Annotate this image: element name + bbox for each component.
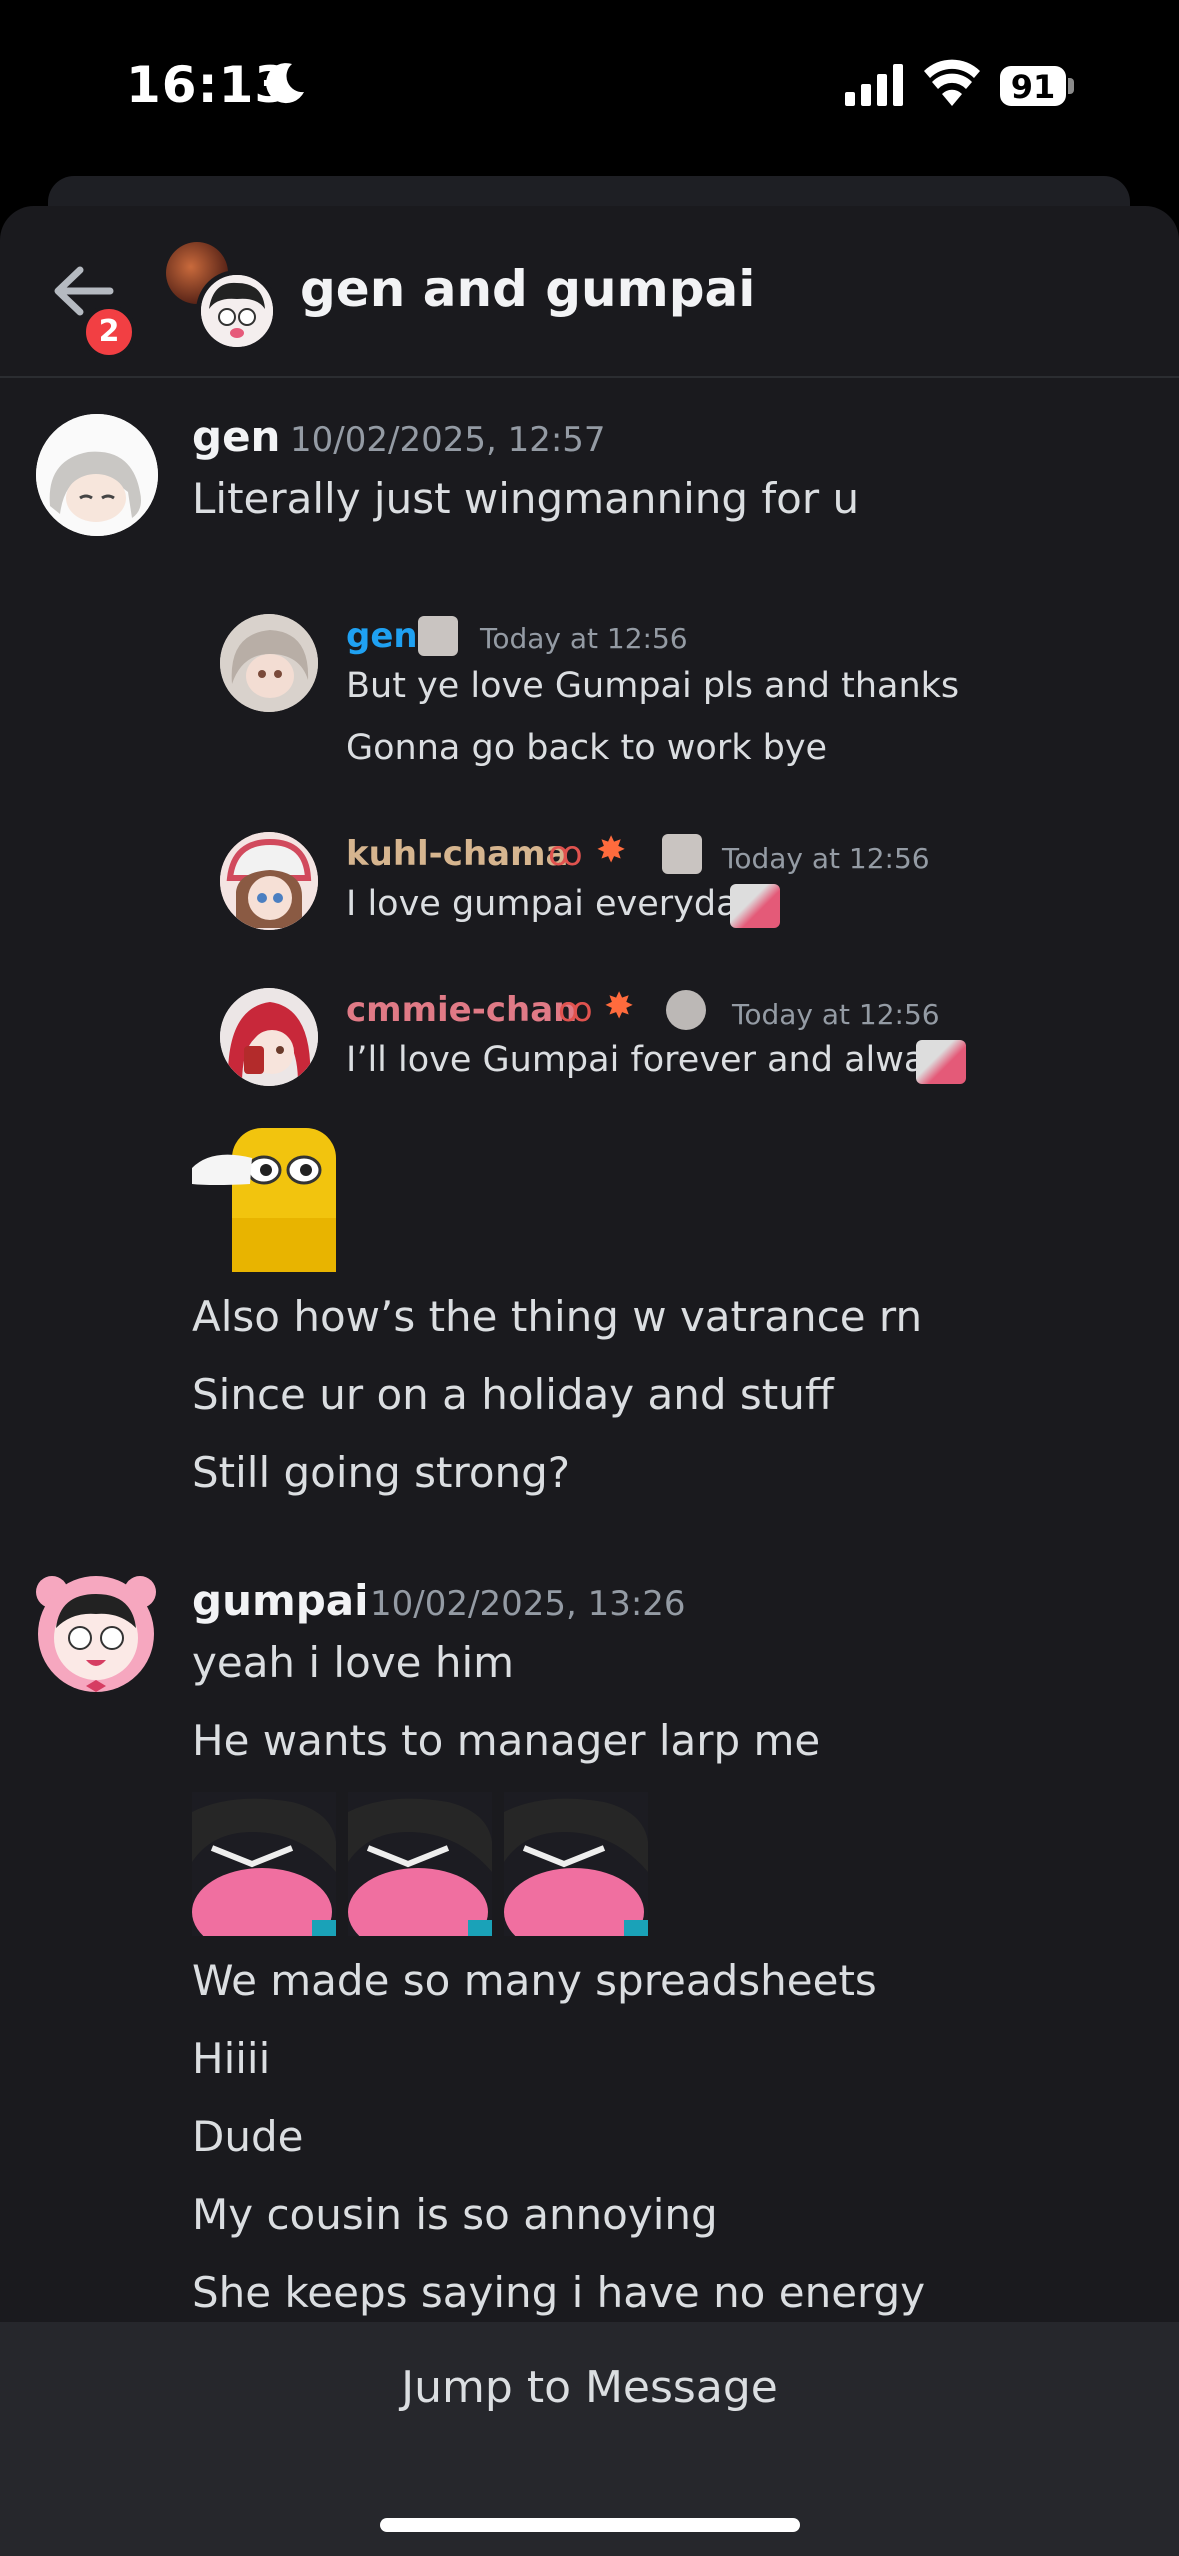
message-line: yeah i love him: [192, 1638, 515, 1687]
explosion-icon: ✸: [596, 830, 627, 871]
heart-emoji-icon: [730, 884, 780, 928]
avatar-gen[interactable]: [36, 414, 158, 536]
reply-author: kuhl-chama: [346, 834, 569, 874]
message-line: Also how’s the thing w vatrance rn: [192, 1292, 923, 1341]
knot-icon: ꝏ: [548, 834, 583, 874]
battery-level: 91: [1010, 68, 1056, 106]
reply-timestamp: Today at 12:56: [732, 998, 940, 1031]
custom-emoji[interactable]: [504, 1792, 648, 1936]
reply-avatar-cmmie-chan: [220, 988, 318, 1086]
message-line: Since ur on a holiday and stuff: [192, 1370, 834, 1419]
reply-author: gen: [346, 616, 418, 656]
jump-bar: Jump to Message: [0, 2322, 1179, 2556]
signal-icon: [845, 64, 903, 106]
reply-timestamp: Today at 12:56: [722, 842, 930, 875]
message-line: He wants to manager larp me: [192, 1716, 821, 1765]
role-icon: [662, 834, 702, 874]
avatar-gumpai[interactable]: [30, 1568, 162, 1700]
message-author[interactable]: gumpai: [192, 1576, 369, 1625]
unread-badge: 2: [82, 305, 136, 359]
status-bar: 16:13 91: [0, 0, 1179, 170]
message-line: Still going strong?: [192, 1448, 571, 1497]
chat-header: 2 gen and gumpai: [0, 206, 1179, 378]
reply-avatar-gen: [220, 614, 318, 712]
group-avatar-front: [196, 270, 278, 352]
reply-author: cmmie-chan: [346, 990, 578, 1030]
message-line: Dude: [192, 2112, 304, 2161]
custom-emoji[interactable]: [192, 1792, 336, 1936]
message-line: Literally just wingmanning for u: [192, 474, 860, 523]
message-author[interactable]: gen: [192, 412, 280, 461]
message-timestamp: 10/02/2025, 12:57: [290, 420, 606, 460]
reply-avatar-kuhl-chama: [220, 832, 318, 930]
role-icon: [418, 616, 458, 656]
reply-line: I love gumpai everyday!: [346, 884, 773, 924]
reply-timestamp: Today at 12:56: [480, 622, 688, 655]
explosion-icon: ✸: [604, 986, 635, 1027]
message-timestamp: 10/02/2025, 13:26: [370, 1584, 686, 1624]
home-indicator[interactable]: [380, 2518, 800, 2532]
sticker-yellow-salute[interactable]: [192, 1128, 336, 1272]
message-line: My cousin is so annoying: [192, 2190, 718, 2239]
wifi-icon: [924, 59, 980, 106]
custom-emoji[interactable]: [348, 1792, 492, 1936]
conversation-sheet: 2 gen and gumpai gen 10/02/2025, 12:57 L…: [0, 206, 1179, 2556]
message-line: We made so many spreadsheets: [192, 1956, 877, 2005]
heart-emoji-icon: [916, 1040, 966, 1084]
message-line: Hiiii: [192, 2034, 271, 2083]
moon-icon: [266, 63, 304, 104]
reply-line: But ye love Gumpai pls and thanks: [346, 666, 960, 706]
role-icon: [666, 990, 706, 1030]
message-line: She keeps saying i have no energy: [192, 2268, 926, 2317]
chat-title: gen and gumpai: [300, 260, 756, 318]
knot-icon: ꝏ: [558, 990, 593, 1030]
battery-icon: 91: [1000, 66, 1074, 106]
jump-to-message-button[interactable]: Jump to Message: [0, 2362, 1179, 2413]
reply-line: Gonna go back to work bye: [346, 728, 828, 768]
reply-line: I’ll love Gumpai forever and always: [346, 1040, 965, 1080]
emoji-row: [192, 1792, 648, 1936]
